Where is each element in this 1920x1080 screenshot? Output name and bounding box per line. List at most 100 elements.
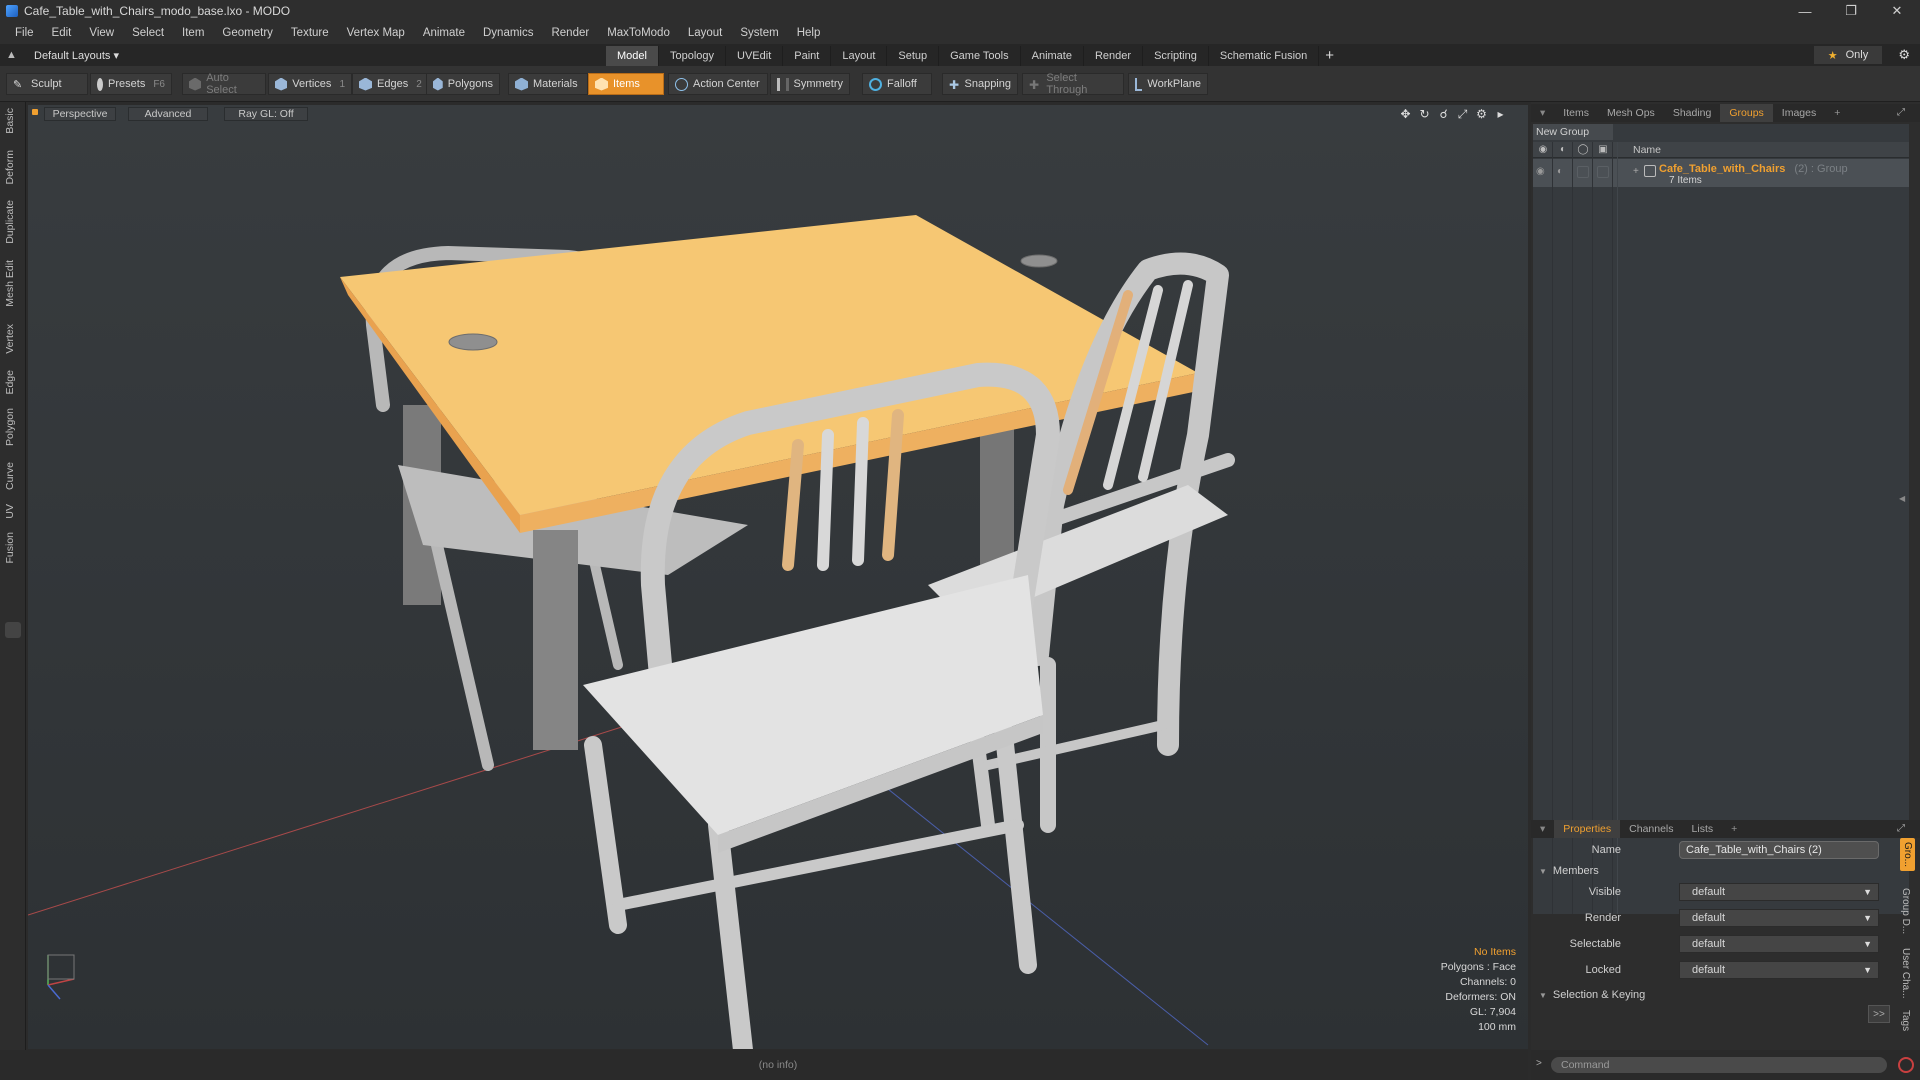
side-tab-tags[interactable]: Tags (1900, 1010, 1911, 1031)
select-column-icon[interactable]: ▣ (1597, 144, 1609, 156)
shading-dropdown[interactable]: Advanced (128, 107, 208, 121)
viewport-settings-icon[interactable]: ⚙ (1472, 107, 1491, 122)
symmetry-button[interactable]: Symmetry (770, 73, 850, 95)
auto-select-button[interactable]: Auto Select (182, 72, 266, 96)
menu-help[interactable]: Help (788, 27, 830, 39)
members-section[interactable]: ▼ Members (1539, 865, 1599, 877)
command-history-arrow-icon[interactable]: > (1536, 1058, 1542, 1069)
only-toggle[interactable]: ★ Only (1814, 46, 1882, 64)
menu-layout[interactable]: Layout (679, 27, 732, 39)
visible-dropdown[interactable]: default ▼ (1679, 883, 1879, 901)
tab-uv[interactable]: UV (4, 504, 16, 519)
tab-model[interactable]: Model (606, 46, 659, 66)
pan-icon[interactable]: ✥ (1396, 107, 1415, 122)
select-through-button[interactable]: ✚ Select Through (1022, 72, 1124, 96)
action-center-button[interactable]: Action Center (668, 73, 768, 95)
tab-scripting[interactable]: Scripting (1143, 46, 1209, 66)
workplane-button[interactable]: WorkPlane (1128, 73, 1208, 95)
tab-mesh-ops[interactable]: Mesh Ops (1598, 104, 1664, 122)
tab-deform[interactable]: Deform (4, 150, 16, 184)
tab-render[interactable]: Render (1084, 46, 1144, 66)
tab-images[interactable]: Images (1773, 104, 1825, 122)
menu-edit[interactable]: Edit (43, 27, 81, 39)
menu-render[interactable]: Render (542, 27, 598, 39)
rotate-icon[interactable]: ↻ (1415, 107, 1434, 122)
3d-viewport[interactable]: Perspective Advanced Ray GL: Off ✥ ↻ ☌ ⤢… (28, 105, 1528, 1049)
tab-groups[interactable]: Groups (1720, 104, 1773, 122)
visibility-column-eye-icon[interactable]: ◉ (1537, 144, 1549, 156)
layout-arrow-icon[interactable]: ▲ (6, 49, 20, 61)
menu-maxtomodo[interactable]: MaxToModo (598, 27, 679, 39)
tab-vertex[interactable]: Vertex (4, 324, 16, 354)
stop-script-icon[interactable] (1898, 1057, 1914, 1073)
selection-keying-section[interactable]: ▼ Selection & Keying (1539, 989, 1645, 1001)
menu-animate[interactable]: Animate (414, 27, 474, 39)
menu-item[interactable]: Item (173, 27, 213, 39)
lock-column-icon[interactable]: ◯ (1577, 144, 1589, 156)
polygons-button[interactable]: Polygons (426, 73, 500, 95)
snapping-button[interactable]: ✚ Snapping (942, 73, 1018, 95)
menu-view[interactable]: View (80, 27, 123, 39)
falloff-button[interactable]: Falloff (862, 73, 932, 95)
side-tab-group[interactable]: Gro... (1900, 838, 1915, 872)
properties-expand-icon[interactable]: ⤢ (1888, 820, 1914, 838)
locked-dropdown[interactable]: default ▼ (1679, 961, 1879, 979)
panel-expand-icon[interactable]: ⤢ (1888, 104, 1914, 122)
scrollbar-handle[interactable]: ◀ (1899, 494, 1905, 503)
layout-selector[interactable]: Default Layouts ▾ (34, 49, 119, 62)
tab-channels[interactable]: Channels (1620, 820, 1682, 838)
menu-file[interactable]: File (6, 27, 43, 39)
edges-button[interactable]: Edges 2 (352, 73, 434, 95)
command-input[interactable]: Command (1551, 1057, 1887, 1073)
tab-animate[interactable]: Animate (1021, 46, 1084, 66)
add-layout-tab-button[interactable]: + (1325, 47, 1334, 64)
row-lock-toggle[interactable] (1577, 166, 1589, 178)
zoom-icon[interactable]: ☌ (1434, 107, 1453, 122)
view-type-dropdown[interactable]: Perspective (44, 107, 116, 121)
add-properties-tab-button[interactable]: + (1722, 820, 1746, 838)
tool-toggle-button[interactable] (5, 622, 21, 638)
name-field[interactable]: Cafe_Table_with_Chairs (2) (1679, 841, 1879, 859)
gear-icon[interactable]: ⚙ (1898, 47, 1910, 63)
raygl-dropdown[interactable]: Ray GL: Off (224, 107, 308, 121)
tab-fusion[interactable]: Fusion (4, 532, 16, 564)
menu-texture[interactable]: Texture (282, 27, 338, 39)
fit-view-icon[interactable]: ⤢ (1453, 107, 1472, 122)
expand-arrow-icon[interactable]: ▸ (1491, 107, 1510, 122)
tab-items[interactable]: Items (1554, 104, 1598, 122)
maximize-button[interactable]: ❐ (1828, 0, 1874, 22)
tab-properties[interactable]: Properties (1554, 820, 1621, 838)
menu-geometry[interactable]: Geometry (213, 27, 282, 39)
tab-topology[interactable]: Topology (659, 46, 727, 66)
materials-button[interactable]: Materials (508, 73, 588, 95)
expand-group-icon[interactable]: + (1633, 166, 1639, 177)
new-group-button[interactable]: New Group (1533, 124, 1613, 140)
items-button[interactable]: Items (588, 73, 664, 95)
tab-polygon[interactable]: Polygon (4, 408, 16, 446)
groups-list[interactable]: New Group ◉ ◐ ◯ ▣ Name ◉ ◐ + Cafe_Table_… (1533, 124, 1909, 914)
render-dropdown[interactable]: default ▼ (1679, 909, 1879, 927)
tab-edge[interactable]: Edge (4, 370, 16, 395)
menu-vertex-map[interactable]: Vertex Map (338, 27, 414, 39)
add-panel-tab-button[interactable]: + (1825, 104, 1849, 122)
sculpt-button[interactable]: ✎ Sculpt (6, 73, 88, 95)
menu-select[interactable]: Select (123, 27, 173, 39)
name-column-header[interactable]: Name (1633, 144, 1661, 156)
tab-paint[interactable]: Paint (783, 46, 832, 66)
selectable-dropdown[interactable]: default ▼ (1679, 935, 1879, 953)
row-select-toggle[interactable] (1597, 166, 1609, 178)
row-render-icon[interactable]: ◐ (1557, 166, 1569, 178)
tab-mesh-edit[interactable]: Mesh Edit (4, 260, 16, 307)
tab-curve[interactable]: Curve (4, 462, 16, 490)
vertices-button[interactable]: Vertices 1 (268, 73, 352, 95)
tab-lists[interactable]: Lists (1683, 820, 1723, 838)
tab-basic[interactable]: Basic (4, 108, 16, 134)
tab-setup[interactable]: Setup (887, 46, 940, 66)
presets-button[interactable]: Presets F6 (90, 73, 172, 95)
side-tab-group-display[interactable]: Group D... (1900, 888, 1911, 934)
viewport-menu-icon[interactable] (32, 109, 38, 115)
row-visibility-eye-icon[interactable]: ◉ (1536, 166, 1548, 178)
group-row[interactable]: ◉ ◐ + Cafe_Table_with_Chairs (2) : Group… (1533, 159, 1909, 187)
tab-schematic-fusion[interactable]: Schematic Fusion (1209, 46, 1320, 66)
expand-more-button[interactable]: >> (1868, 1005, 1890, 1023)
